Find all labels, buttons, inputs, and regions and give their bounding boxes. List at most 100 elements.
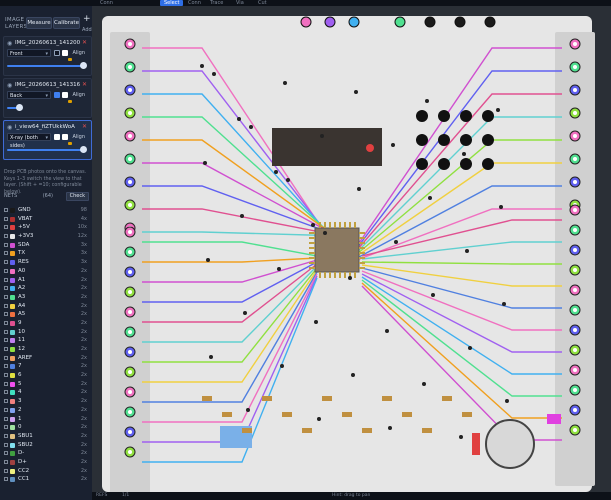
net-row[interactable]: CC1 2x	[2, 475, 90, 484]
net-color-swatch[interactable]	[10, 399, 15, 405]
net-checkbox[interactable]	[4, 355, 8, 360]
net-color-swatch[interactable]	[10, 242, 15, 248]
net-row[interactable]: A0 2x	[2, 267, 90, 276]
net-color-swatch[interactable]	[10, 381, 15, 387]
measure-button[interactable]: Measure	[26, 17, 52, 29]
add-layer-icon[interactable]: +	[83, 14, 91, 24]
net-row[interactable]: SBU2 2x	[2, 441, 90, 450]
net-checkbox[interactable]	[4, 459, 8, 464]
net-row[interactable]: 6 2x	[2, 371, 90, 380]
net-row[interactable]: 7 2x	[2, 362, 90, 371]
net-row[interactable]: A3 2x	[2, 293, 90, 302]
net-checkbox[interactable]	[4, 303, 8, 308]
net-checkbox[interactable]	[4, 477, 8, 482]
layer-view-select[interactable]: Front	[7, 49, 51, 58]
net-checkbox[interactable]	[4, 442, 8, 447]
net-checkbox[interactable]	[4, 260, 8, 265]
net-row[interactable]: CC2 2x	[2, 467, 90, 476]
lock-icon[interactable]	[68, 142, 72, 145]
net-row[interactable]: 11 2x	[2, 336, 90, 345]
net-checkbox[interactable]	[4, 329, 8, 334]
slider-knob[interactable]	[80, 62, 87, 69]
net-color-swatch[interactable]	[10, 347, 15, 352]
net-color-swatch[interactable]	[10, 477, 15, 483]
layer-checkbox[interactable]	[54, 92, 60, 98]
net-color-swatch[interactable]	[10, 268, 15, 274]
net-row[interactable]: A5 2x	[2, 310, 90, 319]
net-checkbox[interactable]	[4, 399, 8, 404]
check-button[interactable]: Check	[65, 192, 89, 201]
net-row[interactable]: 2 2x	[2, 406, 90, 415]
layer-card-front[interactable]: ◉ IMG_20260613_141200 ✕ Front Align	[3, 36, 92, 76]
net-row[interactable]: 4 2x	[2, 388, 90, 397]
net-checkbox[interactable]	[4, 294, 8, 299]
net-row[interactable]: D- 2x	[2, 449, 90, 458]
net-checkbox[interactable]	[4, 390, 8, 395]
opacity-slider[interactable]	[7, 146, 87, 153]
net-row[interactable]: RES 3x	[2, 258, 90, 267]
layer-checkbox[interactable]	[54, 50, 60, 56]
net-color-swatch[interactable]	[10, 234, 15, 240]
net-color-swatch[interactable]	[10, 373, 15, 379]
net-checkbox[interactable]	[4, 347, 8, 351]
pcb-canvas[interactable]	[92, 6, 611, 492]
net-color-swatch[interactable]	[10, 364, 15, 370]
net-checkbox[interactable]	[4, 338, 8, 343]
net-row[interactable]: AREF 2x	[2, 354, 90, 363]
net-checkbox[interactable]	[4, 468, 8, 473]
net-color-swatch[interactable]	[10, 407, 15, 413]
close-icon[interactable]: ✕	[82, 39, 87, 46]
close-icon[interactable]: ✕	[82, 81, 87, 88]
net-checkbox[interactable]	[4, 373, 8, 378]
net-checkbox[interactable]	[4, 407, 8, 412]
net-color-swatch[interactable]	[10, 329, 15, 335]
net-row[interactable]: +5V 10x	[2, 223, 90, 232]
net-color-swatch[interactable]	[10, 277, 15, 283]
net-color-swatch[interactable]	[10, 338, 15, 344]
net-checkbox[interactable]	[4, 312, 8, 317]
align-button[interactable]: Align	[72, 92, 85, 98]
net-color-swatch[interactable]	[10, 459, 15, 465]
net-checkbox[interactable]	[4, 381, 8, 386]
eye-icon[interactable]: ◉	[7, 124, 12, 131]
net-row[interactable]: 5 2x	[2, 380, 90, 389]
opacity-slider[interactable]	[7, 104, 23, 111]
slider-knob[interactable]	[80, 146, 87, 153]
net-color-swatch[interactable]	[10, 433, 15, 439]
net-color-swatch[interactable]	[10, 208, 15, 213]
net-checkbox[interactable]	[4, 286, 8, 291]
layer-card-xray[interactable]: ◉ i_view64_fiZTUkkWoA ✕ X-ray (both side…	[3, 120, 92, 160]
opacity-slider[interactable]	[7, 62, 87, 69]
layer-color-swatch[interactable]	[62, 134, 68, 140]
net-checkbox[interactable]	[4, 208, 8, 212]
layer-color-swatch[interactable]	[62, 50, 68, 56]
net-color-swatch[interactable]	[10, 425, 15, 431]
net-row[interactable]: 3 2x	[2, 397, 90, 406]
layer-view-select[interactable]: X-ray (both sides)	[7, 133, 51, 149]
lock-icon[interactable]	[68, 100, 72, 103]
slider-knob[interactable]	[16, 104, 23, 111]
eye-icon[interactable]: ◉	[7, 40, 12, 47]
net-color-swatch[interactable]	[10, 294, 15, 300]
net-row[interactable]: 1 2x	[2, 415, 90, 424]
net-row[interactable]: +3V3 12x	[2, 232, 90, 241]
net-color-swatch[interactable]	[10, 286, 15, 292]
layer-checkbox[interactable]	[54, 134, 60, 140]
net-color-swatch[interactable]	[10, 416, 15, 422]
net-color-swatch[interactable]	[10, 355, 15, 361]
net-color-swatch[interactable]	[10, 468, 15, 474]
net-checkbox[interactable]	[4, 451, 8, 456]
net-checkbox[interactable]	[4, 216, 8, 221]
net-color-swatch[interactable]	[10, 390, 15, 396]
layer-view-select[interactable]: Back	[7, 91, 51, 100]
align-button[interactable]: Align	[72, 134, 85, 140]
lock-icon[interactable]	[68, 58, 72, 61]
net-row[interactable]: 10 2x	[2, 328, 90, 337]
net-color-swatch[interactable]	[10, 225, 15, 231]
net-color-swatch[interactable]	[10, 251, 15, 257]
net-color-swatch[interactable]	[10, 216, 15, 222]
net-row[interactable]: GND 98	[2, 206, 90, 215]
close-icon[interactable]: ✕	[82, 123, 87, 130]
net-checkbox[interactable]	[4, 425, 8, 430]
net-checkbox[interactable]	[4, 320, 8, 325]
